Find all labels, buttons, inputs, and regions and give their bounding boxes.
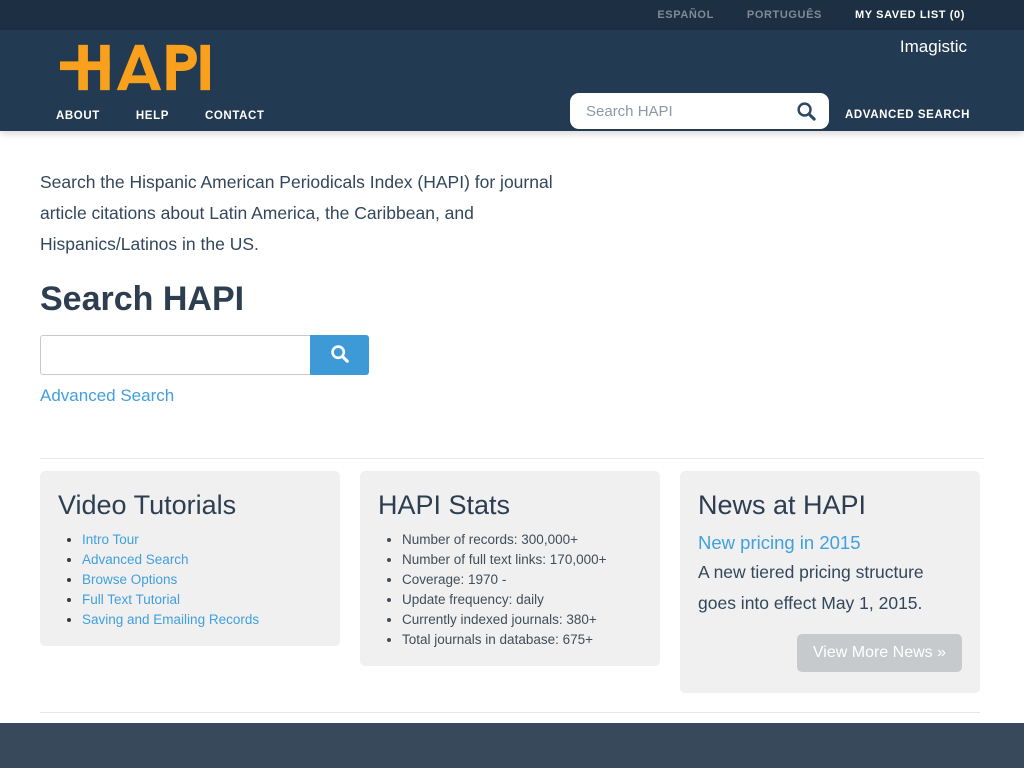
card-news: News at HAPI New pricing in 2015 A new t…: [680, 471, 980, 693]
header-advanced-search-link[interactable]: ADVANCED SEARCH: [845, 109, 970, 121]
nav-item-about[interactable]: ABOUT: [56, 110, 100, 122]
list-item: Intro Tour: [82, 530, 322, 550]
card-hapi-stats: HAPI Stats Number of records: 300,000+ N…: [360, 471, 660, 666]
news-headline-link[interactable]: New pricing in 2015: [698, 532, 860, 554]
nav-item-contact[interactable]: CONTACT: [205, 110, 265, 122]
stat-item: Number of full text links: 170,000+: [402, 550, 642, 570]
card-title: Video Tutorials: [58, 489, 322, 521]
advanced-search-link[interactable]: Advanced Search: [40, 386, 174, 406]
site-header: Imagistic ABOUT HELP CONTACT ADVANCED SE…: [0, 30, 1024, 131]
main-content: Search the Hispanic American Periodicals…: [0, 167, 1024, 693]
video-tutorials-list: Intro Tour Advanced Search Browse Option…: [58, 530, 322, 630]
stat-item: Number of records: 300,000+: [402, 530, 642, 550]
divider: [40, 458, 984, 459]
main-search-input[interactable]: [40, 335, 310, 375]
tutorial-link-browse-options[interactable]: Browse Options: [82, 572, 177, 587]
intro-text: Search the Hispanic American Periodicals…: [40, 167, 570, 260]
divider: [40, 712, 980, 713]
card-title: News at HAPI: [698, 489, 962, 521]
language-link-espanol[interactable]: ESPAÑOL: [657, 9, 714, 21]
my-saved-list-link[interactable]: MY SAVED LIST (0): [855, 9, 965, 21]
main-navigation: ABOUT HELP CONTACT: [56, 110, 265, 122]
card-title: HAPI Stats: [378, 489, 642, 521]
list-item: Browse Options: [82, 570, 322, 590]
nav-item-help[interactable]: HELP: [136, 110, 169, 122]
site-footer: [0, 723, 1024, 768]
stat-item: Update frequency: daily: [402, 590, 642, 610]
stats-list: Number of records: 300,000+ Number of fu…: [378, 530, 642, 650]
tutorial-link-advanced-search[interactable]: Advanced Search: [82, 552, 189, 567]
header-search-input[interactable]: [586, 103, 796, 120]
hapi-logo[interactable]: [60, 43, 210, 92]
tutorial-link-intro-tour[interactable]: Intro Tour: [82, 532, 139, 547]
card-video-tutorials: Video Tutorials Intro Tour Advanced Sear…: [40, 471, 340, 646]
stat-item: Total journals in database: 675+: [402, 630, 642, 650]
stat-item: Currently indexed journals: 380+: [402, 610, 642, 630]
list-item: Saving and Emailing Records: [82, 610, 322, 630]
header-search-box: [570, 93, 829, 129]
tutorial-link-full-text[interactable]: Full Text Tutorial: [82, 592, 180, 607]
view-more-news-button[interactable]: View More News »: [797, 634, 962, 672]
list-item: Advanced Search: [82, 550, 322, 570]
page-title: Search HAPI: [40, 280, 984, 318]
imagistic-label: Imagistic: [900, 37, 967, 57]
main-search-button[interactable]: [310, 335, 369, 375]
news-text: A new tiered pricing structure goes into…: [698, 557, 962, 619]
main-search-form: [40, 335, 984, 375]
list-item: Full Text Tutorial: [82, 590, 322, 610]
utility-bar: ESPAÑOL PORTUGUÊS MY SAVED LIST (0): [0, 0, 1024, 30]
search-icon: [330, 344, 350, 367]
stat-item: Coverage: 1970 -: [402, 570, 642, 590]
hapi-logo-icon: [60, 43, 210, 92]
language-link-portugues[interactable]: PORTUGUÊS: [747, 9, 822, 21]
news-button-row: View More News »: [698, 634, 962, 672]
info-cards-row: Video Tutorials Intro Tour Advanced Sear…: [40, 471, 984, 693]
tutorial-link-saving-emailing[interactable]: Saving and Emailing Records: [82, 612, 259, 627]
search-icon[interactable]: [796, 101, 817, 122]
